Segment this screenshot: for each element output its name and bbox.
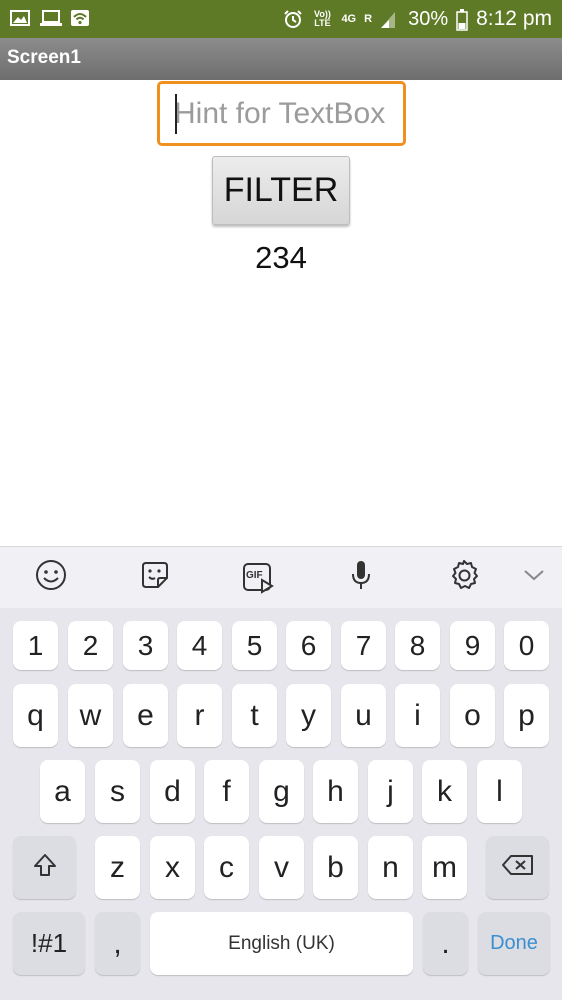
status-left-icons xyxy=(10,8,90,28)
gif-label: GIF xyxy=(246,570,263,581)
key-1[interactable]: 1 xyxy=(13,621,58,670)
key-g[interactable]: g xyxy=(259,760,304,823)
sticker-icon xyxy=(138,558,172,597)
gif-icon: GIF xyxy=(241,560,275,594)
key-3[interactable]: 3 xyxy=(123,621,168,670)
key-i[interactable]: i xyxy=(395,684,440,747)
result-label: 234 xyxy=(255,240,307,275)
key-n[interactable]: n xyxy=(368,836,413,899)
key-a[interactable]: a xyxy=(40,760,85,823)
keyboard-keys: 1 2 3 4 5 6 7 8 9 0 q w e r t y u i o p … xyxy=(0,608,562,1000)
backspace-icon xyxy=(501,853,535,882)
text-cursor xyxy=(175,94,177,134)
image-icon xyxy=(10,8,30,28)
sticker-button[interactable] xyxy=(137,559,173,595)
key-s[interactable]: s xyxy=(95,760,140,823)
settings-icon xyxy=(447,558,481,597)
title-bar: Screen1 xyxy=(0,38,562,80)
alarm-icon xyxy=(283,9,303,29)
key-z[interactable]: z xyxy=(95,836,140,899)
key-j[interactable]: j xyxy=(368,760,413,823)
key-v[interactable]: v xyxy=(259,836,304,899)
key-2[interactable]: 2 xyxy=(68,621,113,670)
done-key[interactable]: Done xyxy=(478,912,550,975)
key-e[interactable]: e xyxy=(123,684,168,747)
key-m[interactable]: m xyxy=(422,836,467,899)
clock-time: 8:12 pm xyxy=(476,7,552,30)
space-key[interactable]: English (UK) xyxy=(150,912,413,975)
key-f[interactable]: f xyxy=(204,760,249,823)
key-p[interactable]: p xyxy=(504,684,549,747)
screen-title: Screen1 xyxy=(7,47,81,68)
key-7[interactable]: 7 xyxy=(341,621,386,670)
period-key[interactable]: . xyxy=(423,912,468,975)
gif-button[interactable]: GIF xyxy=(240,559,276,595)
key-b[interactable]: b xyxy=(313,836,358,899)
key-y[interactable]: y xyxy=(286,684,331,747)
laptop-icon xyxy=(40,8,62,28)
status-bar: Vo)) LTE 4G R 30% 8:12 pm xyxy=(0,0,562,38)
battery-icon xyxy=(456,9,468,31)
volte-indicator: Vo)) LTE xyxy=(314,9,331,28)
key-w[interactable]: w xyxy=(68,684,113,747)
status-right-icons: Vo)) LTE 4G R 30% 8:12 pm xyxy=(283,0,552,38)
key-c[interactable]: c xyxy=(204,836,249,899)
keyboard-settings-button[interactable] xyxy=(446,559,482,595)
shift-icon xyxy=(31,851,59,884)
done-key-label: Done xyxy=(490,932,538,954)
key-0[interactable]: 0 xyxy=(504,621,549,670)
key-9[interactable]: 9 xyxy=(450,621,495,670)
key-q[interactable]: q xyxy=(13,684,58,747)
filter-button[interactable]: FILTER xyxy=(212,156,350,225)
soft-keyboard: GIF 1 2 3 4 5 6 7 8 9 0 q w e r t y u i … xyxy=(0,546,562,1000)
battery-percent: 30% xyxy=(408,7,449,30)
wifi-icon xyxy=(70,8,90,28)
key-o[interactable]: o xyxy=(450,684,495,747)
backspace-key[interactable] xyxy=(486,836,549,899)
space-key-label: English (UK) xyxy=(228,932,335,954)
comma-key[interactable]: , xyxy=(95,912,140,975)
key-6[interactable]: 6 xyxy=(286,621,331,670)
shift-key[interactable] xyxy=(13,836,76,899)
text-box[interactable] xyxy=(157,81,406,146)
roaming-indicator: R xyxy=(364,12,373,25)
chevron-down-icon xyxy=(520,561,548,594)
key-x[interactable]: x xyxy=(150,836,195,899)
hide-keyboard-button[interactable] xyxy=(516,559,552,595)
emoji-icon xyxy=(34,558,68,597)
keyboard-toolbar: GIF xyxy=(0,546,562,608)
emoji-button[interactable] xyxy=(33,559,69,595)
symbols-key[interactable]: !#1 xyxy=(13,912,85,975)
app-screen: Vo)) LTE 4G R 30% 8:12 pm Screen1 FILTER… xyxy=(0,0,562,1000)
key-4[interactable]: 4 xyxy=(177,621,222,670)
voice-input-button[interactable] xyxy=(343,559,379,595)
network-type-indicator: 4G xyxy=(341,12,357,25)
key-t[interactable]: t xyxy=(232,684,277,747)
signal-icon xyxy=(380,9,400,29)
key-5[interactable]: 5 xyxy=(232,621,277,670)
key-d[interactable]: d xyxy=(150,760,195,823)
key-l[interactable]: l xyxy=(477,760,522,823)
microphone-icon xyxy=(344,558,378,597)
key-h[interactable]: h xyxy=(313,760,358,823)
key-r[interactable]: r xyxy=(177,684,222,747)
key-u[interactable]: u xyxy=(341,684,386,747)
key-8[interactable]: 8 xyxy=(395,621,440,670)
filter-text-input[interactable] xyxy=(160,84,403,143)
key-k[interactable]: k xyxy=(422,760,467,823)
